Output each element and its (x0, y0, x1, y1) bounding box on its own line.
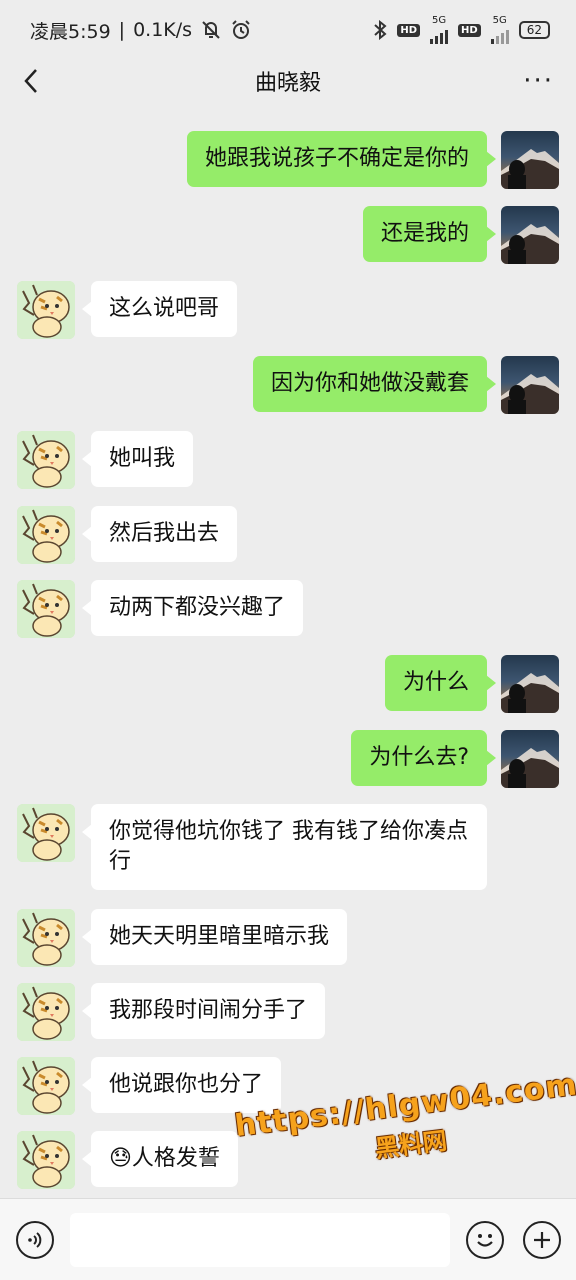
received-message-bubble[interactable]: 他说跟你也分了 (81, 1057, 282, 1113)
watermark: https://hlgw04.com 黑料网 (233, 1067, 576, 1180)
status-left: 凌晨5:59 | 0.1K/s (30, 17, 252, 44)
signal-bars-2-icon (490, 26, 509, 44)
received-message-bubble[interactable]: 这么说吧哥 (81, 281, 238, 337)
message-row-received: 动两下都没兴趣了 (17, 580, 304, 638)
sent-message-bubble[interactable]: 她跟我说孩子不确定是你的 (186, 131, 497, 187)
received-message-bubble[interactable]: 你觉得他坑你钱了 我有钱了给你凑点行 (82, 804, 487, 890)
received-message-bubble[interactable]: 😓人格发誓 (82, 1131, 238, 1187)
mute-bell-icon (202, 21, 220, 39)
message-row-sent: 为什么去? (351, 730, 559, 788)
status-divider: | (118, 19, 126, 41)
received-message-bubble[interactable]: 她天天明里暗里暗示我 (81, 909, 348, 965)
my-avatar[interactable] (501, 730, 559, 788)
bluetooth-icon (374, 20, 387, 40)
battery-indicator: 62 (518, 21, 550, 39)
chat-header: 曲晓毅 ··· (0, 60, 576, 102)
sent-message-bubble[interactable]: 因为你和她做没戴套 (252, 356, 497, 412)
contact-avatar[interactable] (17, 431, 75, 489)
message-row-sent: 她跟我说孩子不确定是你的 (186, 131, 559, 189)
status-speed: 0.1K/s (133, 19, 193, 41)
contact-avatar[interactable] (17, 804, 75, 862)
message-row-received: 然后我出去 (17, 506, 238, 564)
received-message-bubble[interactable]: 然后我出去 (81, 506, 238, 562)
watermark-url: https://hlgw04.com (232, 1067, 576, 1145)
received-message-bubble[interactable]: 她叫我 (81, 431, 194, 487)
contact-avatar[interactable] (17, 580, 75, 638)
received-message-bubble[interactable]: 我那段时间闹分手了 (81, 983, 326, 1039)
message-row-sent: 因为你和她做没戴套 (252, 356, 559, 414)
my-avatar[interactable] (501, 131, 559, 189)
contact-avatar[interactable] (17, 909, 75, 967)
alarm-clock-icon (232, 20, 250, 39)
signal-bars-1-icon (430, 26, 449, 44)
voice-icon[interactable] (16, 1221, 54, 1259)
status-bar: 凌晨5:59 | 0.1K/s HD 5G HD 5G 62 (0, 0, 576, 60)
emoji-icon[interactable] (466, 1221, 504, 1259)
status-right: HD 5G HD 5G 62 (373, 16, 550, 44)
network-label-1: 5G (431, 15, 447, 26)
message-row-received: 这么说吧哥 (17, 281, 238, 339)
sent-message-bubble[interactable]: 为什么去? (351, 730, 496, 786)
sent-message-bubble[interactable]: 还是我的 (362, 206, 497, 262)
my-avatar[interactable] (501, 356, 559, 414)
more-dots-icon[interactable]: ··· (523, 66, 554, 96)
contact-avatar[interactable] (17, 281, 75, 339)
message-row-received: 你觉得他坑你钱了 我有钱了给你凑点行 (17, 804, 487, 890)
input-bar (0, 1198, 576, 1280)
message-input[interactable] (70, 1213, 450, 1267)
plus-sign-icon (534, 1232, 550, 1248)
message-row-received: 她天天明里暗里暗示我 (17, 909, 348, 967)
contact-avatar[interactable] (17, 1057, 75, 1115)
sent-message-bubble[interactable]: 为什么 (384, 655, 497, 711)
signal-2: 5G (490, 15, 509, 44)
back-arrow-icon[interactable] (18, 64, 48, 98)
message-row-received: 😓人格发誓 (17, 1131, 238, 1189)
network-label-2: 5G (492, 15, 507, 26)
contact-avatar[interactable] (17, 506, 75, 564)
hd-badge-1: HD (397, 23, 421, 37)
signal-1: 5G (430, 15, 449, 44)
plus-icon[interactable] (523, 1221, 561, 1259)
voice-waves-icon (28, 1232, 42, 1248)
message-row-sent: 为什么 (384, 655, 559, 713)
my-avatar[interactable] (501, 206, 559, 264)
contact-avatar[interactable] (17, 983, 75, 1041)
my-avatar[interactable] (501, 655, 559, 713)
contact-avatar[interactable] (17, 1131, 75, 1189)
chat-title: 曲晓毅 (254, 71, 321, 96)
status-time: 凌晨5:59 (30, 20, 111, 43)
smiley-face-icon (477, 1234, 493, 1247)
hd-badge-2: HD (458, 23, 481, 37)
message-row-sent: 还是我的 (362, 206, 559, 264)
message-row-received: 我那段时间闹分手了 (17, 983, 326, 1041)
message-row-received: 他说跟你也分了 (17, 1057, 282, 1115)
watermark-name: 黑料网 (373, 1126, 449, 1164)
received-message-bubble[interactable]: 动两下都没兴趣了 (81, 580, 304, 636)
message-row-received: 她叫我 (17, 431, 194, 489)
